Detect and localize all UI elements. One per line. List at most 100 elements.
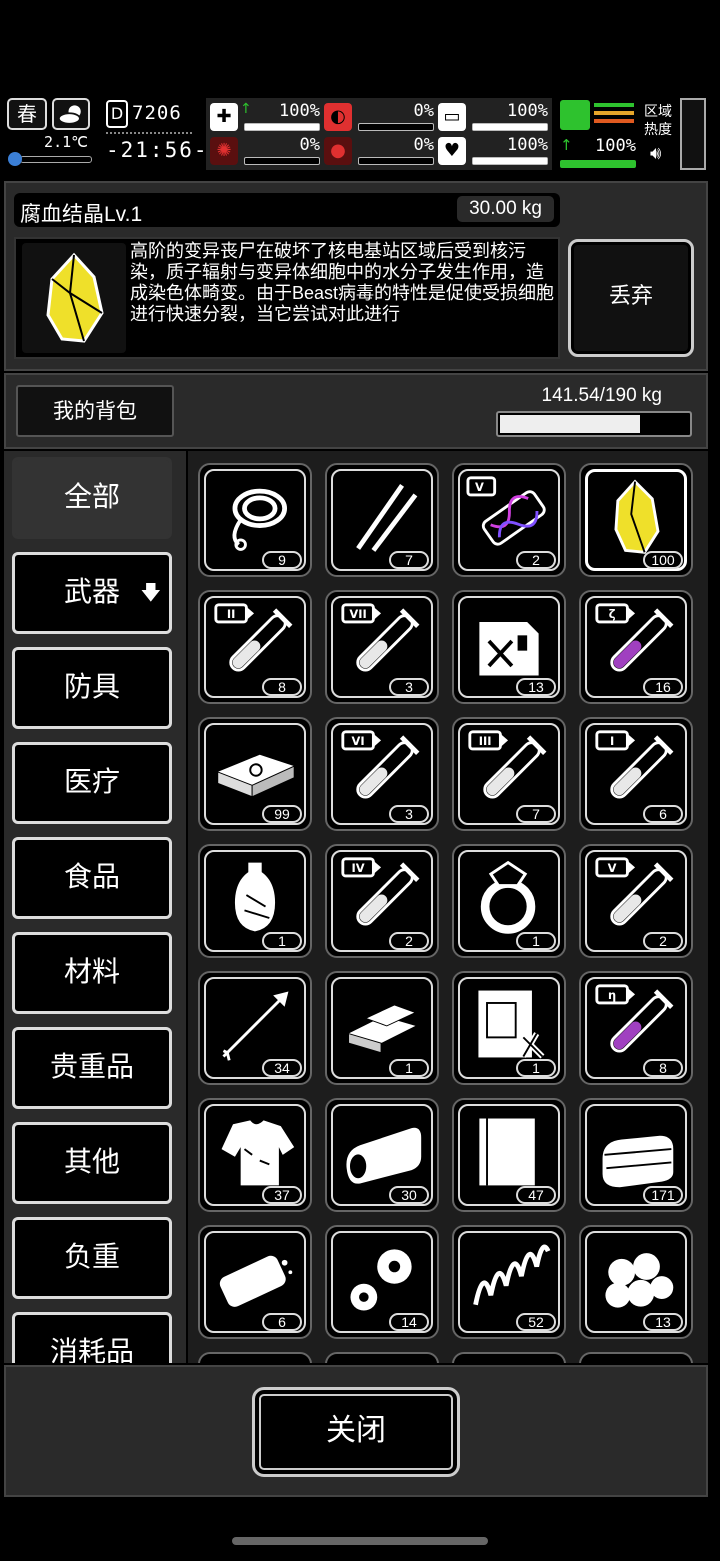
inventory-slot[interactable]: 7 — [325, 463, 439, 577]
vital-mood: ♥ 100% — [436, 135, 550, 167]
inventory-slot[interactable]: 52 — [452, 1225, 566, 1339]
category-5[interactable]: 材料 — [12, 932, 172, 1014]
inventory-slot[interactable]: 1 — [325, 971, 439, 1085]
inventory-slot[interactable]: III 7 — [452, 717, 566, 831]
clock-time: -21:56- — [106, 138, 209, 162]
stamina-value: 100% — [595, 136, 636, 156]
inventory-slot[interactable]: VI 3 — [325, 717, 439, 831]
inventory-slot[interactable]: ζ 16 — [579, 590, 693, 704]
day-time-panel: D 7206 -21:56- — [102, 98, 207, 170]
svg-text:II: II — [227, 607, 236, 621]
region-heat-label: 区域热度 — [644, 104, 672, 138]
inventory-slot[interactable]: VII 3 — [325, 590, 439, 704]
inventory-slot[interactable]: 34 — [198, 971, 312, 1085]
inventory-slot[interactable]: 37 — [198, 1098, 312, 1212]
item-count: 8 — [262, 678, 302, 696]
category-label: 食品 — [63, 860, 120, 893]
item-count: 13 — [516, 678, 556, 696]
inventory-slot[interactable]: 1 — [452, 844, 566, 958]
category-8[interactable]: 负重 — [12, 1217, 172, 1299]
item-count: 1 — [389, 1059, 429, 1077]
inventory-slot[interactable]: IV 2 — [325, 844, 439, 958]
calendar-icon: D — [106, 100, 128, 128]
item-count: 1 — [262, 932, 302, 950]
gears-icon — [350, 1249, 412, 1311]
item-count: 37 — [262, 1186, 302, 1204]
hygiene-bar — [472, 123, 548, 131]
inventory-slot[interactable]: 14 — [325, 1225, 439, 1339]
item-grid[interactable]: 9 7 V 2 100 II 8 VII 3 13 ζ 16 99 VI 3 III — [188, 451, 708, 1363]
svg-text:V: V — [608, 861, 617, 875]
paper-sheets-icon — [479, 1118, 535, 1186]
lockpick-icon — [356, 484, 418, 552]
my-backpack-tab[interactable]: 我的背包 — [16, 385, 174, 437]
inventory-slot[interactable]: II 8 — [198, 590, 312, 704]
item-count: 6 — [643, 805, 683, 823]
inventory-slot[interactable]: 171 — [579, 1098, 693, 1212]
inventory-slot[interactable]: 1 — [198, 844, 312, 958]
category-9[interactable]: 消耗品 — [12, 1312, 172, 1363]
category-3[interactable]: 医疗 — [12, 742, 172, 824]
inventory-slot-partial[interactable] — [198, 1352, 312, 1363]
category-0[interactable]: 全部 — [12, 457, 172, 539]
inventory-slot[interactable]: V2 — [452, 463, 566, 577]
test-tube-icon: VI — [341, 730, 420, 799]
stamina-panel: ↑ 100% — [558, 98, 638, 170]
inventory-slot[interactable]: 47 — [452, 1098, 566, 1212]
item-count: 47 — [516, 1186, 556, 1204]
discard-button[interactable]: 丢弃 — [568, 239, 694, 357]
inventory-slot[interactable]: 9 — [198, 463, 312, 577]
home-indicator[interactable] — [232, 1537, 488, 1545]
up-arrow-icon: ↑ — [240, 101, 252, 117]
mood-value: 100% — [507, 135, 548, 155]
region-heat-bar — [680, 98, 706, 170]
inventory-slot[interactable]: 1 — [452, 971, 566, 1085]
inventory-slot-partial[interactable] — [579, 1352, 693, 1363]
inventory-slot-partial[interactable] — [325, 1352, 439, 1363]
inventory-slot[interactable]: 100 — [579, 463, 693, 577]
rope-icon — [232, 488, 288, 551]
speaker-icon[interactable]: 🔊︎ — [650, 143, 661, 164]
category-label: 贵重品 — [49, 1050, 134, 1083]
inventory-slot[interactable]: 13 — [579, 1225, 693, 1339]
capacity-bar — [496, 411, 692, 437]
inventory-slot[interactable]: V 2 — [579, 844, 693, 958]
category-7[interactable]: 其他 — [12, 1122, 172, 1204]
inventory-slot[interactable]: 99 — [198, 717, 312, 831]
gold-bars-icon — [348, 1004, 417, 1054]
spring-icon — [473, 1244, 551, 1306]
item-count: 99 — [262, 805, 302, 823]
category-label: 全部 — [63, 480, 120, 513]
hygiene-value: 100% — [507, 101, 548, 121]
inventory-area: 全部 武器 🡇 防具 医疗 食品 材料 贵重品 其他 负重 消耗品 9 7 V 2 100 II 8 VII… — [4, 451, 708, 1363]
mood-bar — [472, 157, 548, 165]
item-count: 16 — [643, 678, 683, 696]
inventory-slot[interactable]: 30 — [325, 1098, 439, 1212]
item-name-bar: 腐血结晶Lv.1 30.00 kg — [14, 193, 560, 227]
item-count: 171 — [643, 1186, 683, 1204]
vital-sanity: ✺ 0% — [208, 135, 322, 167]
inventory-slot-partial[interactable] — [452, 1352, 566, 1363]
svg-text:I: I — [610, 734, 614, 748]
footer-bar: 关闭 — [4, 1365, 708, 1497]
inventory-slot[interactable]: 13 — [452, 590, 566, 704]
category-2[interactable]: 防具 — [12, 647, 172, 729]
purple-tube-icon: ζ — [595, 603, 674, 672]
category-1[interactable]: 武器 🡇 — [12, 552, 172, 634]
inventory-slot[interactable]: 6 — [198, 1225, 312, 1339]
category-4[interactable]: 食品 — [12, 837, 172, 919]
item-count: 2 — [516, 551, 556, 569]
item-count: 34 — [262, 1059, 302, 1077]
inventory-slot[interactable]: I 6 — [579, 717, 693, 831]
inventory-slot[interactable]: η 8 — [579, 971, 693, 1085]
health-icon: ✚ — [210, 103, 238, 131]
category-sidebar[interactable]: 全部武器 🡇 防具医疗食品材料贵重品其他负重消耗品 — [4, 451, 186, 1363]
item-description: 高阶的变异丧尸在破坏了核电基站区域后受到核污染，质子辐射与变异体细胞中的水分子发… — [130, 241, 555, 324]
close-button[interactable]: 关闭 — [252, 1387, 460, 1477]
category-label: 医疗 — [63, 765, 120, 798]
item-name: 腐血结晶Lv.1 — [20, 203, 143, 226]
stomach-icon: ◐ — [324, 103, 352, 131]
category-6[interactable]: 贵重品 — [12, 1027, 172, 1109]
item-count: 2 — [389, 932, 429, 950]
svg-text:ζ: ζ — [609, 607, 616, 621]
